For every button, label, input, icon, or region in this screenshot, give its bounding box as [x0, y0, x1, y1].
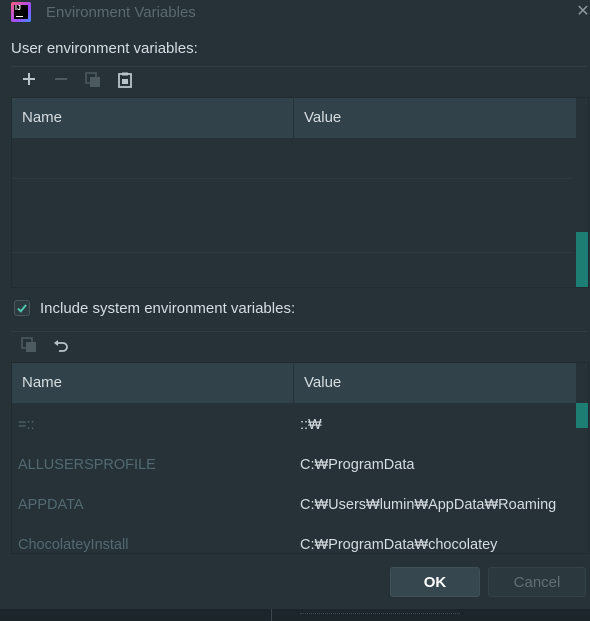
remove-icon[interactable] — [51, 72, 71, 92]
table-header: Name Value — [12, 98, 576, 138]
cancel-button[interactable]: Cancel — [488, 567, 586, 597]
column-header-value[interactable]: Value — [294, 363, 576, 403]
variable-name: APPDATA — [18, 497, 84, 513]
include-system-variables-label[interactable]: Include system environment variables: — [40, 300, 295, 317]
variable-name: ChocolateyInstall — [18, 537, 129, 553]
undo-icon[interactable] — [51, 337, 71, 357]
column-header-name[interactable]: Name — [12, 98, 294, 138]
variable-name: ALLUSERSPROFILE — [18, 457, 156, 473]
table-row[interactable]: =:: ::₩ — [12, 405, 576, 445]
scrollbar-thumb[interactable] — [576, 403, 588, 428]
row-divider — [12, 178, 572, 179]
close-icon[interactable]: ✕ — [574, 3, 590, 21]
variable-value: ::₩ — [300, 417, 322, 433]
column-header-value[interactable]: Value — [294, 98, 576, 138]
column-header-name[interactable]: Name — [12, 363, 294, 403]
include-system-variables-checkbox[interactable] — [14, 300, 30, 316]
variable-value: C:₩ProgramData₩chocolatey — [300, 537, 498, 553]
variable-name: =:: — [18, 417, 35, 433]
background-window-strip — [0, 609, 590, 621]
intellij-app-icon: IJ — [11, 2, 31, 22]
row-divider — [12, 252, 572, 253]
table-row[interactable]: ALLUSERSPROFILE C:₩ProgramData — [12, 445, 576, 485]
system-variables-table: Name Value =:: ::₩ ALLUSERSPROFILE C:₩Pr… — [11, 362, 589, 554]
user-variables-label: User environment variables: — [11, 40, 198, 57]
paste-icon[interactable] — [115, 72, 135, 92]
table-row[interactable]: APPDATA C:₩Users₩lumin₩AppData₩Roaming — [12, 485, 576, 525]
scrollbar-thumb[interactable] — [576, 232, 588, 287]
ok-button[interactable]: OK — [390, 567, 480, 597]
copy-icon[interactable] — [83, 72, 103, 92]
variable-value: C:₩ProgramData — [300, 457, 415, 473]
copy-icon[interactable] — [19, 337, 39, 357]
variable-value: C:₩Users₩lumin₩AppData₩Roaming — [300, 497, 557, 513]
scrollbar[interactable] — [576, 363, 588, 553]
background-text — [300, 613, 460, 620]
user-variables-toolbar — [11, 66, 587, 97]
table-header: Name Value — [12, 363, 576, 403]
environment-variables-dialog: IJ Environment Variables ✕ User environm… — [0, 0, 590, 610]
system-variables-toolbar — [11, 331, 587, 362]
scrollbar[interactable] — [576, 98, 588, 287]
divider — [271, 609, 272, 621]
window-title: Environment Variables — [46, 4, 196, 21]
add-icon[interactable] — [19, 72, 39, 92]
user-variables-table: Name Value — [11, 97, 589, 288]
table-row[interactable]: ChocolateyInstall C:₩ProgramData₩chocola… — [12, 525, 576, 553]
title-bar: IJ Environment Variables ✕ — [0, 0, 590, 28]
